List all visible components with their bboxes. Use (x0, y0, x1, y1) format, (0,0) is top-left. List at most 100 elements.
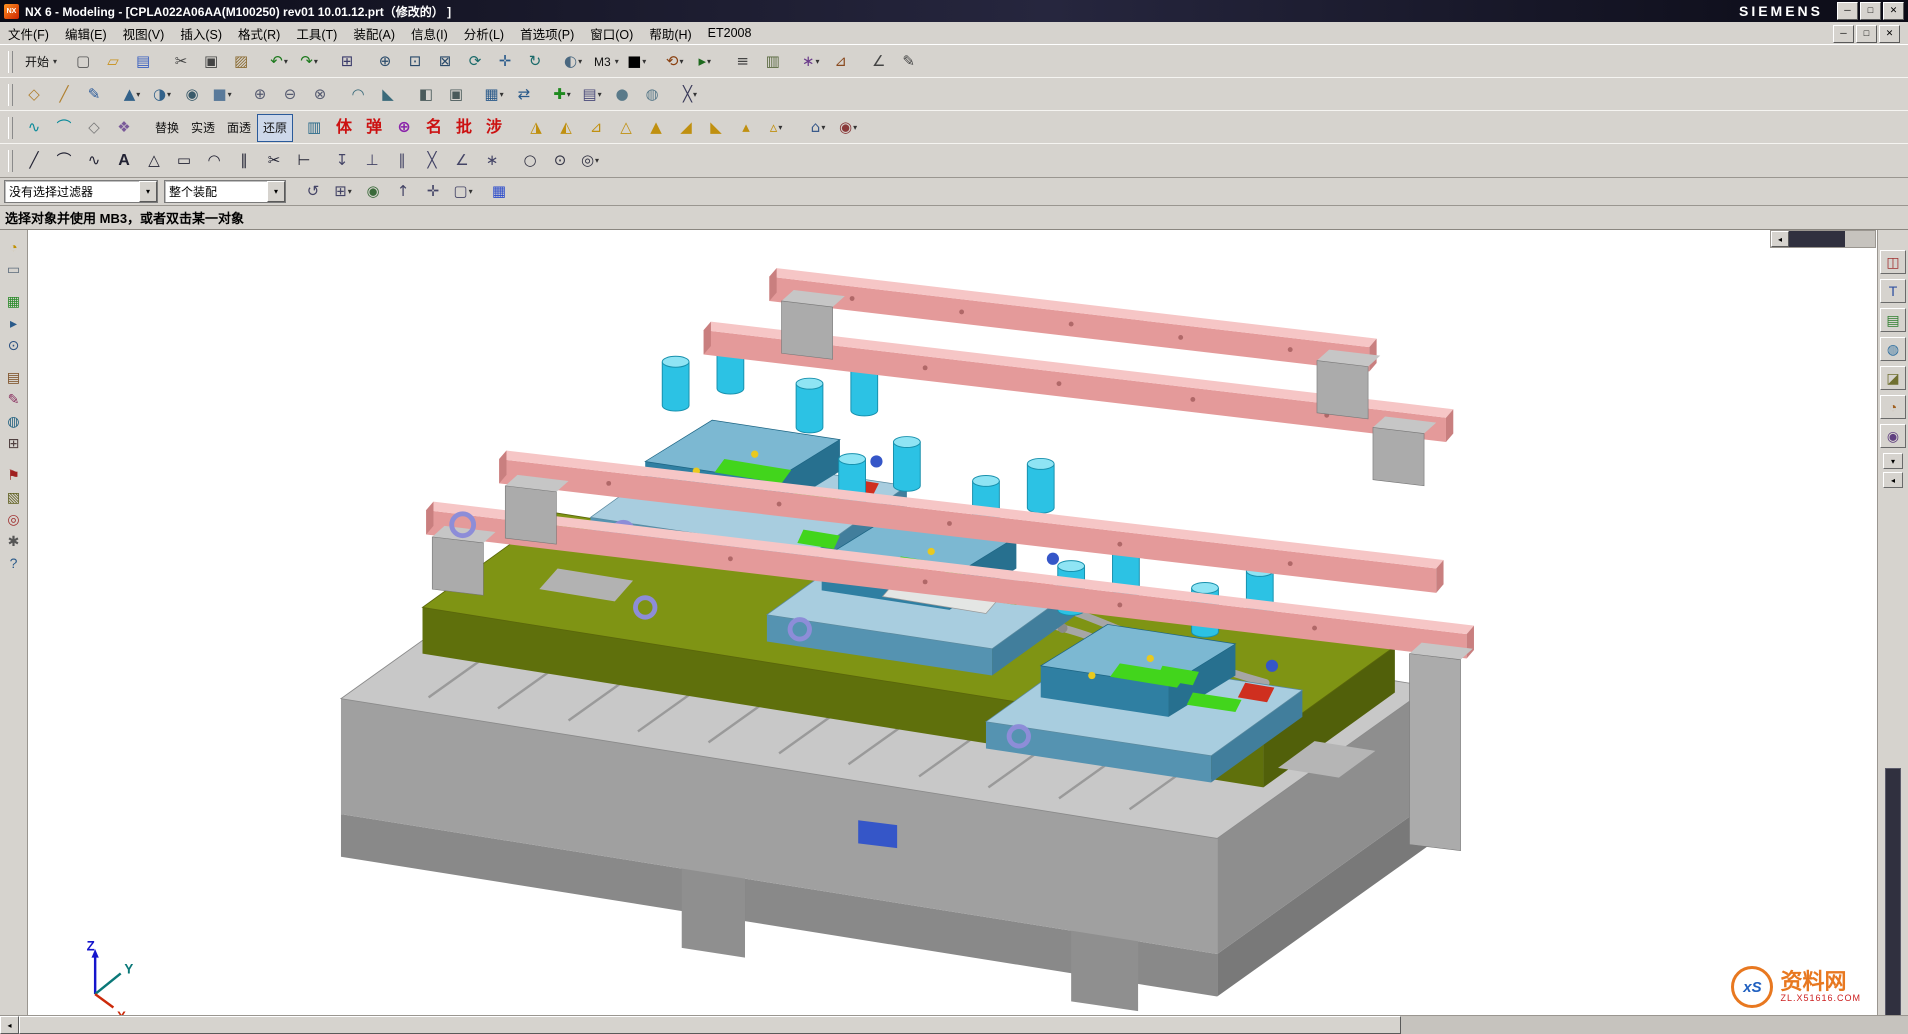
scroll-left-icon[interactable]: ◂ (1771, 231, 1789, 247)
form-tool-1-icon[interactable]: ◮ (521, 114, 551, 142)
face-translucent-button[interactable]: 面透 (221, 114, 257, 142)
layer-settings-icon[interactable]: ≡ (728, 48, 758, 76)
plane-icon[interactable]: ▤ ▾ (577, 81, 607, 109)
layer-category-icon[interactable]: ▥ (758, 48, 788, 76)
zoom-window-icon[interactable]: ⊡ (400, 48, 430, 76)
mdi-minimize-button[interactable]: ─ (1833, 25, 1854, 43)
highlight-toggle-icon[interactable]: ◉ (358, 177, 388, 205)
palette-icon[interactable]: ▦ (484, 177, 514, 205)
cross-constraint-icon[interactable]: ╳ (417, 147, 447, 175)
restore-display-button[interactable]: 还原 (257, 114, 293, 142)
close-button[interactable]: ✕ (1883, 2, 1904, 20)
sidebar-monitor-icon[interactable]: ▭ (3, 258, 25, 280)
block-icon[interactable]: ■ ▾ (207, 81, 237, 109)
rectangle-icon[interactable]: ▭ (169, 147, 199, 175)
cut-icon[interactable]: ✂ (166, 48, 196, 76)
reuse-library-icon[interactable]: ◍ (1880, 337, 1906, 361)
intersect-icon[interactable]: ⊗ (305, 81, 335, 109)
sidebar-pen-icon[interactable]: ✎ (3, 388, 25, 410)
window-layout-icon[interactable]: ⊞ (332, 48, 362, 76)
select-up-icon[interactable]: ↑ (388, 177, 418, 205)
offset-curve-icon[interactable]: ∥ (229, 147, 259, 175)
maximize-button[interactable]: □ (1860, 2, 1881, 20)
rotate-view-icon[interactable]: ⟳ (460, 48, 490, 76)
menu-et2008[interactable]: ET2008 (700, 24, 760, 42)
form-tool-7-icon[interactable]: ◣ (701, 114, 731, 142)
annotation-icon[interactable]: ✎ (894, 48, 924, 76)
fit-view-icon[interactable]: ⊠ (430, 48, 460, 76)
resource-collapse-left-icon[interactable]: ◂ (1883, 472, 1903, 488)
graphics-window[interactable]: Z Y X (27, 228, 1878, 1016)
polygon-icon[interactable]: △ (139, 147, 169, 175)
fillet-sketch-icon[interactable]: ◠ (199, 147, 229, 175)
text-icon[interactable]: A (109, 147, 139, 175)
sidebar-grid-icon[interactable]: ⊞ (3, 432, 25, 454)
selection-scope-grid-icon[interactable]: ⊞ ▾ (328, 177, 358, 205)
roles-icon[interactable]: ◉ (1880, 424, 1906, 448)
redo-icon[interactable]: ↷ ▾ (294, 48, 324, 76)
datum-plane-icon[interactable]: ◇ (19, 81, 49, 109)
sidebar-box-icon[interactable]: ▧ (3, 486, 25, 508)
sidebar-help-icon[interactable]: ? (3, 552, 25, 574)
measure-icon[interactable]: ∠ (864, 48, 894, 76)
spring-char-button[interactable]: 弹 (359, 114, 389, 142)
form-tool-6-icon[interactable]: ◢ (671, 114, 701, 142)
background-color-swatch[interactable]: ■ ▾ (622, 48, 652, 76)
copy-icon[interactable]: ▣ (196, 48, 226, 76)
general-selection-icon[interactable]: ✛ (418, 177, 448, 205)
spline-icon[interactable]: ∿ (79, 147, 109, 175)
body-char-button[interactable]: 体 (329, 114, 359, 142)
chamfer-icon[interactable]: ◣ (373, 81, 403, 109)
extrude-icon[interactable]: ▲ ▾ (117, 81, 147, 109)
menu-insert[interactable]: 插入(S) (172, 22, 230, 45)
dropdown-arrow-icon[interactable]: ▾ (267, 181, 285, 202)
menu-help[interactable]: 帮助(H) (641, 22, 699, 45)
selection-back-icon[interactable]: ↺ (298, 177, 328, 205)
batch-char-button[interactable]: 批 (449, 114, 479, 142)
marquee-select-icon[interactable]: ▢ ▾ (448, 177, 478, 205)
wade-char-button[interactable]: 涉 (479, 114, 509, 142)
sphere-icon[interactable]: ● (607, 81, 637, 109)
mdi-restore-button[interactable]: □ (1856, 25, 1877, 43)
cad-model-canvas[interactable]: Z Y X (27, 228, 1878, 1016)
menu-edit[interactable]: 编辑(E) (57, 22, 115, 45)
quick-extend-icon[interactable]: ⊢ (289, 147, 319, 175)
vertical-scrollbar-thumb[interactable] (1885, 768, 1901, 1020)
angle-constraint-icon[interactable]: ∠ (447, 147, 477, 175)
horizontal-scrollbar[interactable]: ◂ (0, 1015, 1908, 1034)
part-navigator-icon[interactable]: ▤ (1880, 308, 1906, 332)
ellipse-icon[interactable]: ◎ ▾ (575, 147, 605, 175)
selection-filter-dropdown[interactable]: 没有选择过滤器 ▾ (4, 180, 158, 203)
pattern-feature-icon[interactable]: ▦ ▾ (479, 81, 509, 109)
scrollbar-thumb[interactable] (19, 1016, 1401, 1034)
parallel-icon[interactable]: ∥ (387, 147, 417, 175)
target-char-button[interactable]: ⊕ (389, 114, 419, 142)
perpendicular-icon[interactable]: ⊥ (357, 147, 387, 175)
shaded-display-icon[interactable]: ◐ ▾ (558, 48, 588, 76)
project-curve-icon[interactable]: ↧ (327, 147, 357, 175)
move-object-icon[interactable]: ⟲ ▾ (660, 48, 690, 76)
new-file-icon[interactable]: ▢ (68, 48, 98, 76)
sidebar-pointer-icon[interactable]: ▸ (3, 312, 25, 334)
refresh-view-icon[interactable]: ↻ (520, 48, 550, 76)
circle-center-icon[interactable]: ⊙ (545, 147, 575, 175)
replace-reference-button[interactable]: 替换 (149, 114, 185, 142)
open-folder-icon[interactable]: ▱ (98, 48, 128, 76)
form-tool-4-icon[interactable]: △ (611, 114, 641, 142)
wcs-icon[interactable]: ⊿ (826, 48, 856, 76)
start-button[interactable]: 开始 ▾ (19, 48, 60, 76)
transform-icon[interactable]: ▸ ▾ (690, 48, 720, 76)
menu-preferences[interactable]: 首选项(P) (512, 22, 582, 45)
sidebar-flag-icon[interactable]: ⚑ (3, 464, 25, 486)
sidebar-doc-icon[interactable]: ▤ (3, 366, 25, 388)
trim-body-icon[interactable]: ◧ (411, 81, 441, 109)
menu-analysis[interactable]: 分析(L) (456, 22, 512, 45)
sidebar-gear-icon[interactable]: ✱ (3, 530, 25, 552)
subtract-icon[interactable]: ⊖ (275, 81, 305, 109)
shell-icon[interactable]: ▣ (441, 81, 471, 109)
mini-horizontal-scrollbar[interactable]: ◂ (1770, 230, 1876, 248)
cylinder-icon[interactable]: ◍ (637, 81, 667, 109)
sidebar-clock-icon[interactable]: ⊙ (3, 334, 25, 356)
column-display-icon[interactable]: ▥ (299, 114, 329, 142)
hd3d-tool-icon[interactable]: ◪ (1880, 366, 1906, 390)
